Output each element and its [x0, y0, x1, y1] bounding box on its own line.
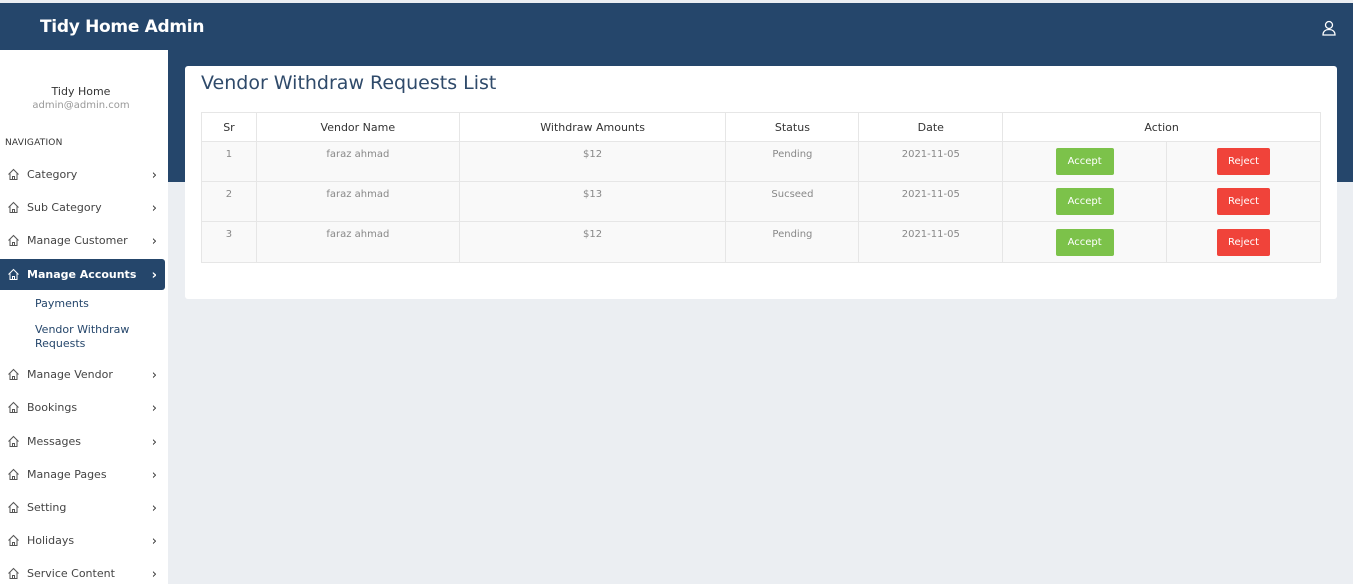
- cell-vendor-name: faraz ahmad: [255, 221, 460, 263]
- sidebar-item-setting[interactable]: Setting ›: [0, 492, 165, 523]
- cell-vendor-name: faraz ahmad: [255, 181, 460, 222]
- chevron-right-icon: ›: [151, 401, 157, 416]
- home-icon: [8, 567, 19, 579]
- sidebar-item-label: Manage Pages: [27, 468, 107, 481]
- user-icon[interactable]: [1322, 20, 1336, 36]
- page-title: Vendor Withdraw Requests List: [201, 72, 497, 94]
- table-row: 2 faraz ahmad $13 Sucseed 2021-11-05 Acc…: [201, 181, 1321, 222]
- sidebar-item-holidays[interactable]: Holidays ›: [0, 525, 165, 556]
- cell-reject: Reject: [1166, 181, 1321, 222]
- cell-sr: 2: [201, 181, 257, 222]
- chevron-right-icon: ›: [151, 168, 157, 183]
- sidebar-subitem-vendor-withdraw-requests[interactable]: Vendor Withdraw Requests: [35, 323, 155, 351]
- table-row: 1 faraz ahmad $12 Pending 2021-11-05 Acc…: [201, 141, 1321, 182]
- column-header-action: Action: [1002, 112, 1321, 142]
- cell-sr: 1: [201, 141, 257, 182]
- accept-button[interactable]: Accept: [1055, 148, 1114, 175]
- sidebar-item-label: Manage Accounts: [27, 268, 137, 281]
- cell-reject: Reject: [1166, 141, 1321, 182]
- home-icon: [8, 168, 19, 180]
- chevron-right-icon: ›: [151, 468, 157, 483]
- nav-heading: NAVIGATION: [5, 138, 63, 148]
- home-icon: [8, 234, 19, 246]
- cell-amount: $12: [458, 141, 727, 182]
- cell-status: Pending: [725, 221, 860, 263]
- home-icon: [8, 268, 19, 280]
- top-bar: Tidy Home Admin: [0, 3, 1353, 50]
- home-icon: [8, 468, 19, 480]
- home-icon: [8, 368, 19, 380]
- table-row: 3 faraz ahmad $12 Pending 2021-11-05 Acc…: [201, 221, 1321, 263]
- accept-button[interactable]: Accept: [1055, 228, 1114, 256]
- home-icon: [8, 435, 19, 447]
- sidebar-item-label: Manage Vendor: [27, 368, 113, 381]
- chevron-right-icon: ›: [151, 534, 157, 549]
- home-icon: [8, 201, 19, 213]
- profile-name: Tidy Home: [51, 85, 111, 98]
- chevron-right-icon: ›: [151, 368, 157, 383]
- home-icon: [8, 401, 19, 413]
- cell-sr: 3: [201, 221, 257, 263]
- sidebar-item-manage-pages[interactable]: Manage Pages ›: [0, 459, 165, 490]
- sidebar: Tidy Home admin@admin.com NAVIGATION Cat…: [0, 50, 168, 584]
- sidebar-item-category[interactable]: Category ›: [0, 159, 165, 190]
- sidebar-item-service-content[interactable]: Service Content ›: [0, 558, 165, 584]
- reject-button[interactable]: Reject: [1217, 148, 1271, 175]
- chevron-right-icon: ›: [151, 268, 157, 283]
- sidebar-item-label: Messages: [27, 435, 81, 448]
- sidebar-item-sub-category[interactable]: Sub Category ›: [0, 192, 165, 223]
- sidebar-item-manage-accounts[interactable]: Manage Accounts ›: [0, 259, 165, 290]
- sidebar-item-label: Bookings: [27, 401, 78, 414]
- sidebar-item-label: Category: [27, 168, 78, 181]
- chevron-right-icon: ›: [151, 435, 157, 450]
- chevron-right-icon: ›: [151, 234, 157, 249]
- sidebar-item-bookings[interactable]: Bookings ›: [0, 392, 165, 423]
- chevron-right-icon: ›: [151, 501, 157, 516]
- cell-status: Pending: [725, 141, 860, 182]
- cell-date: 2021-11-05: [858, 141, 1004, 182]
- home-icon: [8, 534, 19, 546]
- sidebar-subitem-payments[interactable]: Payments: [35, 297, 155, 311]
- column-header-sr: Sr: [201, 112, 257, 142]
- cell-amount: $12: [458, 221, 727, 263]
- sidebar-item-label: Holidays: [27, 534, 75, 547]
- brand-title: Tidy Home Admin: [40, 17, 205, 37]
- cell-date: 2021-11-05: [858, 221, 1004, 263]
- cell-status: Sucseed: [725, 181, 860, 222]
- chevron-right-icon: ›: [151, 567, 157, 582]
- sidebar-item-label: Manage Customer: [27, 234, 128, 247]
- sidebar-item-label: Setting: [27, 501, 67, 514]
- cell-accept: Accept: [1002, 141, 1168, 182]
- cell-reject: Reject: [1166, 221, 1321, 263]
- chevron-right-icon: ›: [151, 201, 157, 216]
- accept-button[interactable]: Accept: [1055, 188, 1114, 215]
- reject-button[interactable]: Reject: [1217, 188, 1271, 215]
- cell-accept: Accept: [1002, 221, 1168, 263]
- profile-email: admin@admin.com: [32, 100, 130, 111]
- home-icon: [8, 501, 19, 513]
- cell-date: 2021-11-05: [858, 181, 1004, 222]
- sidebar-item-manage-customer[interactable]: Manage Customer ›: [0, 225, 165, 256]
- sidebar-item-label: Service Content: [27, 567, 115, 580]
- cell-accept: Accept: [1002, 181, 1168, 222]
- column-header-vendor-name: Vendor Name: [255, 112, 460, 142]
- cell-amount: $13: [458, 181, 727, 222]
- reject-button[interactable]: Reject: [1217, 228, 1271, 256]
- column-header-withdraw-amounts: Withdraw Amounts: [458, 112, 727, 142]
- withdraw-requests-card: Vendor Withdraw Requests List Sr Vendor …: [185, 66, 1337, 299]
- sidebar-item-messages[interactable]: Messages ›: [0, 426, 165, 457]
- withdraw-requests-table: Sr Vendor Name Withdraw Amounts Status D…: [201, 112, 1321, 263]
- sidebar-item-manage-vendor[interactable]: Manage Vendor ›: [0, 359, 165, 390]
- column-header-date: Date: [858, 112, 1004, 142]
- column-header-status: Status: [725, 112, 860, 142]
- sidebar-item-label: Sub Category: [27, 201, 102, 214]
- table-header-row: Sr Vendor Name Withdraw Amounts Status D…: [201, 112, 1321, 142]
- cell-vendor-name: faraz ahmad: [255, 141, 460, 182]
